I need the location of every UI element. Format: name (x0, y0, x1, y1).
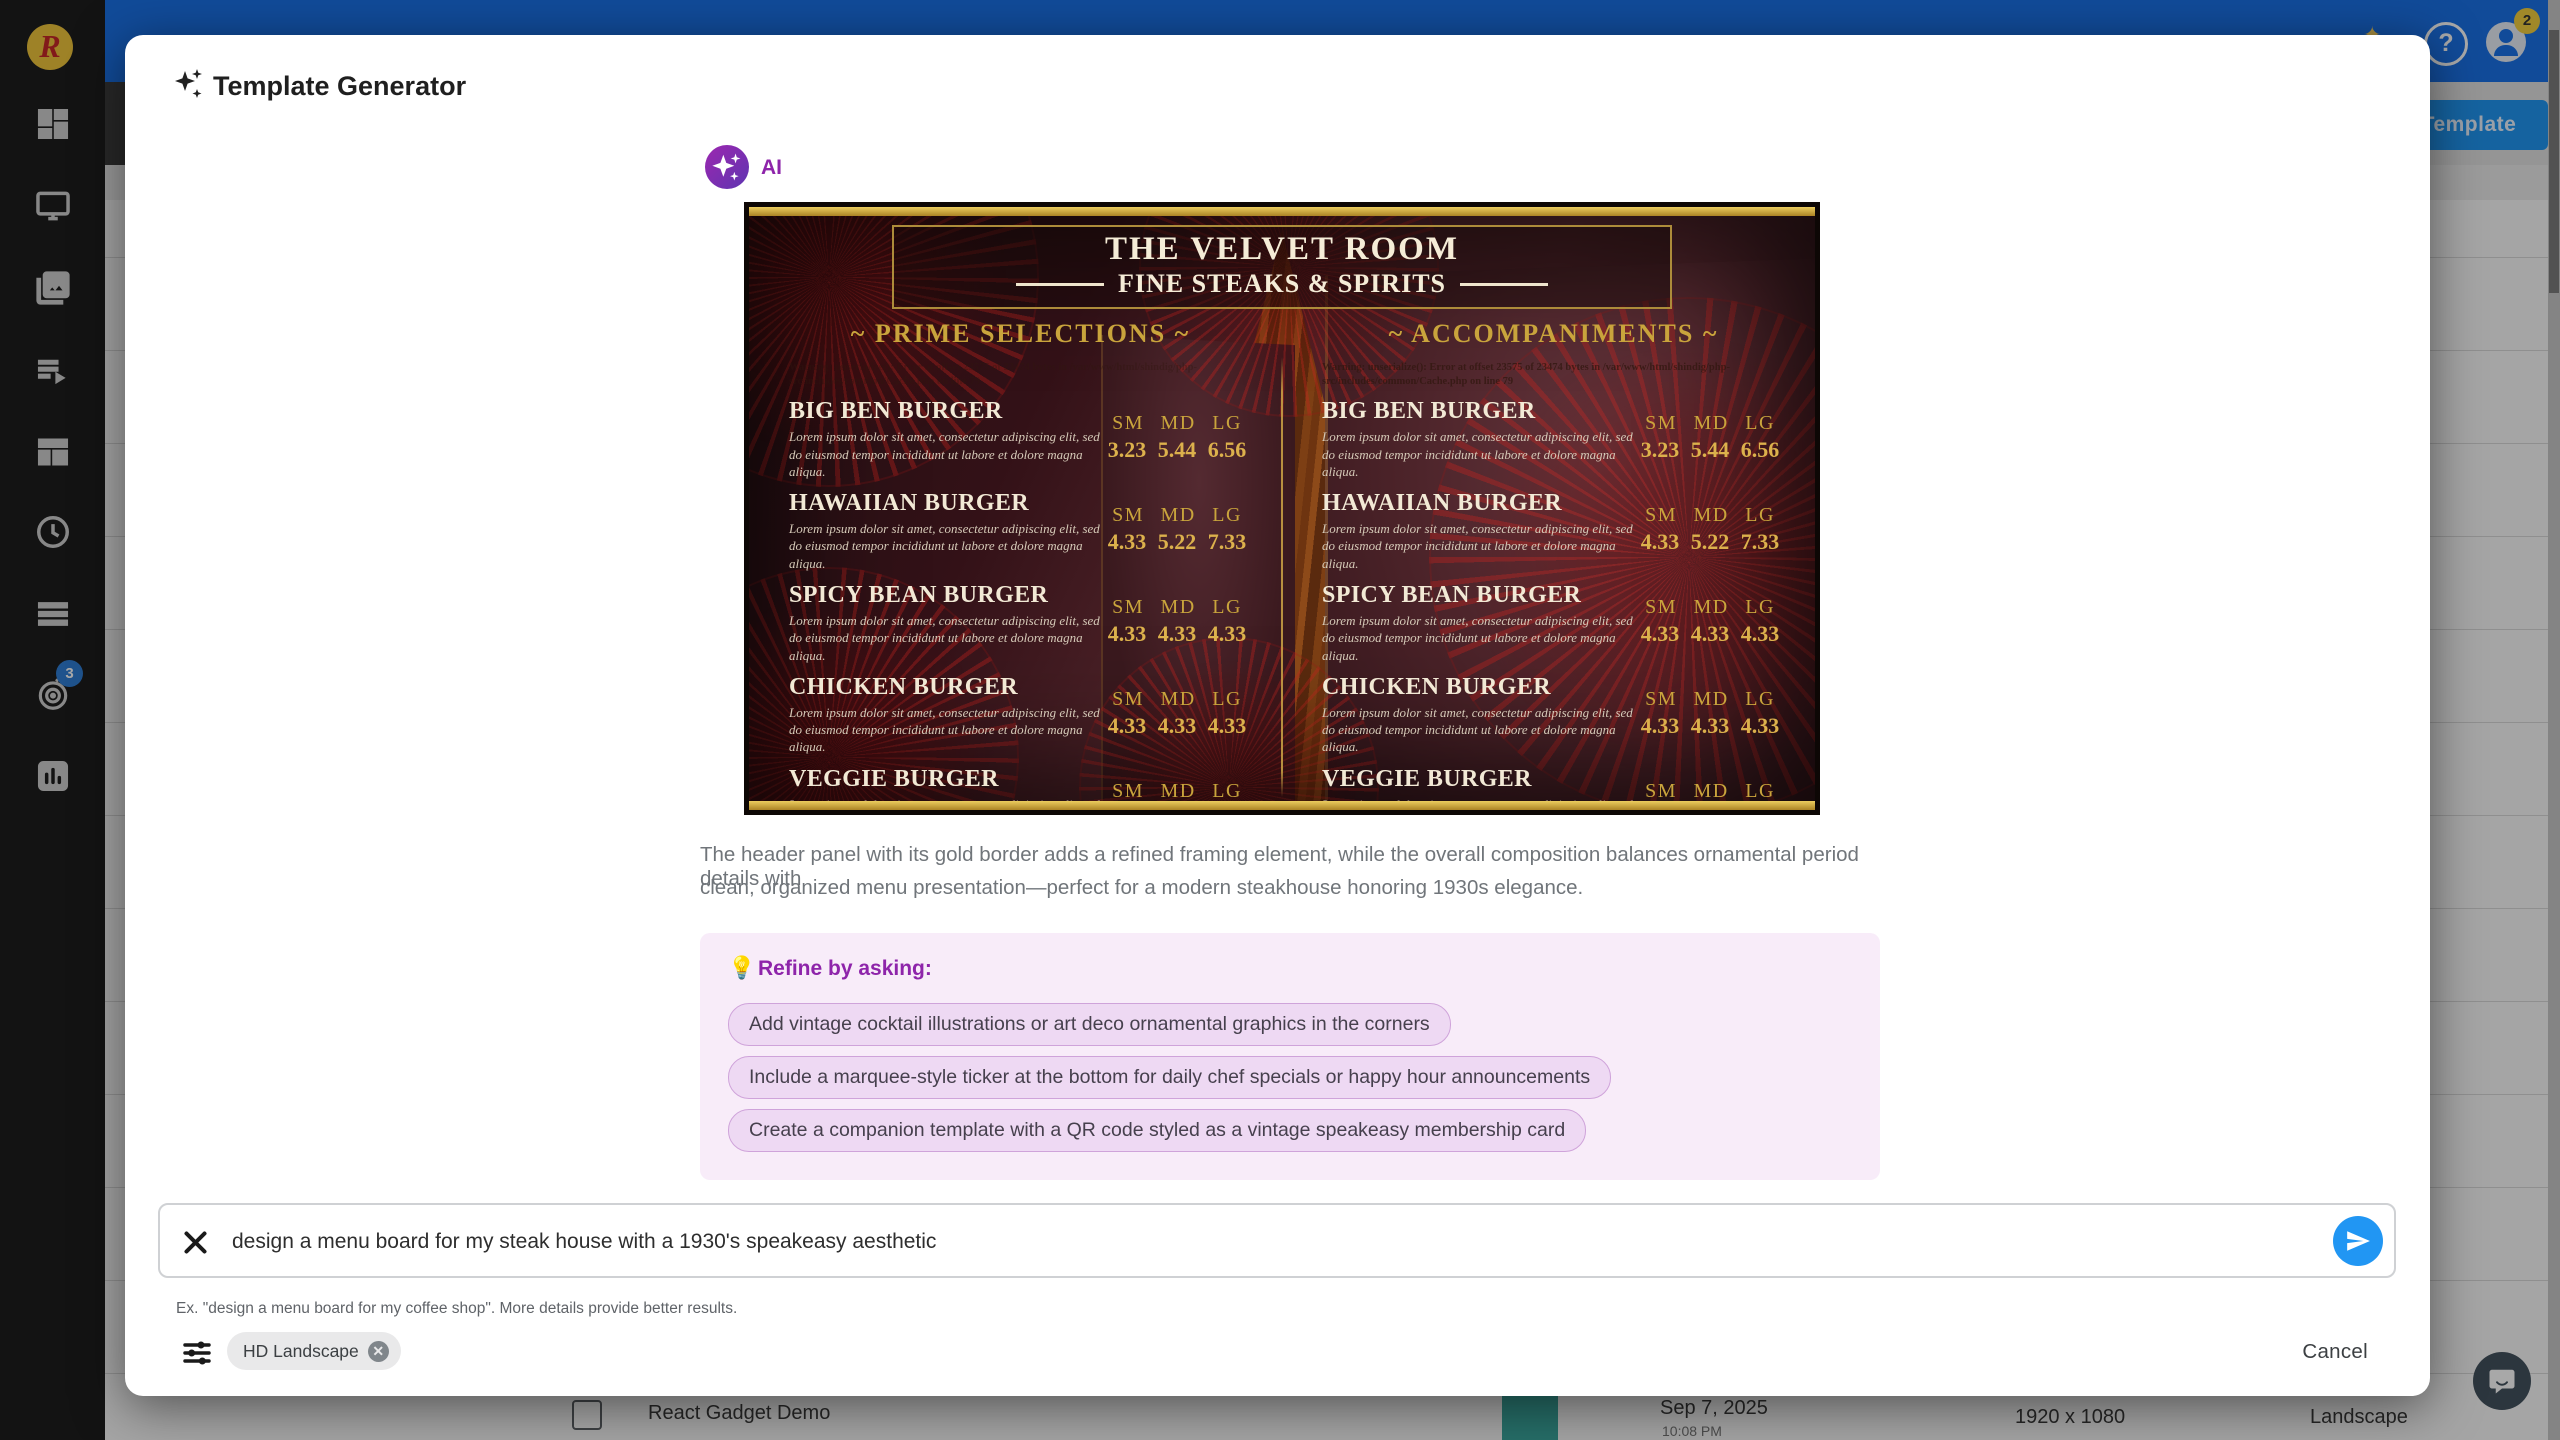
menu-section-heading: ~ PRIME SELECTIONS ~ (789, 319, 1252, 349)
template-generator-modal: Template Generator AI THE VELVET ROOM (125, 35, 2430, 1396)
menu-header-panel: THE VELVET ROOM FINE STEAKS & SPIRITS (892, 225, 1672, 309)
refine-suggestions-box: 💡 Refine by asking: Add vintage cocktail… (700, 933, 1880, 1180)
rule-right (1460, 283, 1548, 286)
sparkles-icon (171, 67, 207, 103)
lightbulb-icon: 💡 (728, 955, 755, 981)
tune-settings-icon[interactable] (181, 1337, 213, 1369)
chip-label: HD Landscape (243, 1341, 359, 1362)
prompt-input-container (158, 1203, 2396, 1278)
input-helper-text: Ex. "design a menu board for my coffee s… (176, 1300, 737, 1318)
menu-item: CHICKEN BURGERLorem ipsum dolor sit amet… (789, 674, 1252, 756)
gold-bar-top (749, 207, 1815, 216)
menu-item: SPICY BEAN BURGERLorem ipsum dolor sit a… (1322, 582, 1785, 664)
prompt-input[interactable] (230, 1223, 2294, 1261)
ai-sparkle-icon (705, 145, 749, 189)
refine-chip-3[interactable]: Create a companion template with a QR co… (728, 1109, 1586, 1152)
ai-description-line2: clean, organized menu presentation—perfe… (700, 876, 1890, 900)
send-button[interactable] (2333, 1216, 2383, 1266)
ai-label: AI (761, 156, 782, 180)
generated-template-preview[interactable]: THE VELVET ROOM FINE STEAKS & SPIRITS ~ … (744, 202, 1820, 815)
gold-bar-bottom (749, 801, 1815, 810)
menu-item: HAWAIIAN BURGERLorem ipsum dolor sit ame… (1322, 490, 1785, 572)
refine-chip-1[interactable]: Add vintage cocktail illustrations or ar… (728, 1003, 1451, 1046)
menu-column-right: ~ ACCOMPANIMENTS ~ Warning: unserialize(… (1282, 319, 1815, 815)
menu-item: BIG BEN BURGERLorem ipsum dolor sit amet… (789, 398, 1252, 480)
php-warning-artifact: Warning: unserialize(): Error at offset … (789, 361, 1252, 388)
menu-section-heading: ~ ACCOMPANIMENTS ~ (1322, 319, 1785, 349)
ai-avatar (705, 145, 749, 189)
menu-item: BIG BEN BURGERLorem ipsum dolor sit amet… (1322, 398, 1785, 480)
php-warning-artifact: Warning: unserialize(): Error at offset … (1322, 361, 1785, 388)
cancel-button[interactable]: Cancel (2302, 1340, 2368, 1364)
refine-chip-2[interactable]: Include a marquee-style ticker at the bo… (728, 1056, 1611, 1099)
menu-item: SPICY BEAN BURGERLorem ipsum dolor sit a… (789, 582, 1252, 664)
clear-input-icon[interactable] (182, 1229, 209, 1256)
menu-item: HAWAIIAN BURGERLorem ipsum dolor sit ame… (789, 490, 1252, 572)
menu-item: CHICKEN BURGERLorem ipsum dolor sit amet… (1322, 674, 1785, 756)
menu-column-left: ~ PRIME SELECTIONS ~ Warning: unserializ… (749, 319, 1282, 815)
modal-title: Template Generator (213, 71, 466, 102)
app-screen: ✦ ? 2 Template React Gadget Demo Sep 7, … (0, 0, 2560, 1440)
refine-title: Refine by asking: (758, 957, 932, 981)
hd-landscape-chip[interactable]: HD Landscape ✕ (227, 1332, 401, 1370)
menu-column-divider (1281, 357, 1283, 797)
remove-chip-icon[interactable]: ✕ (368, 1341, 389, 1362)
restaurant-name: THE VELVET ROOM (894, 231, 1670, 268)
restaurant-tagline: FINE STEAKS & SPIRITS (1118, 269, 1446, 299)
send-icon (2345, 1228, 2371, 1254)
rule-left (1016, 283, 1104, 286)
